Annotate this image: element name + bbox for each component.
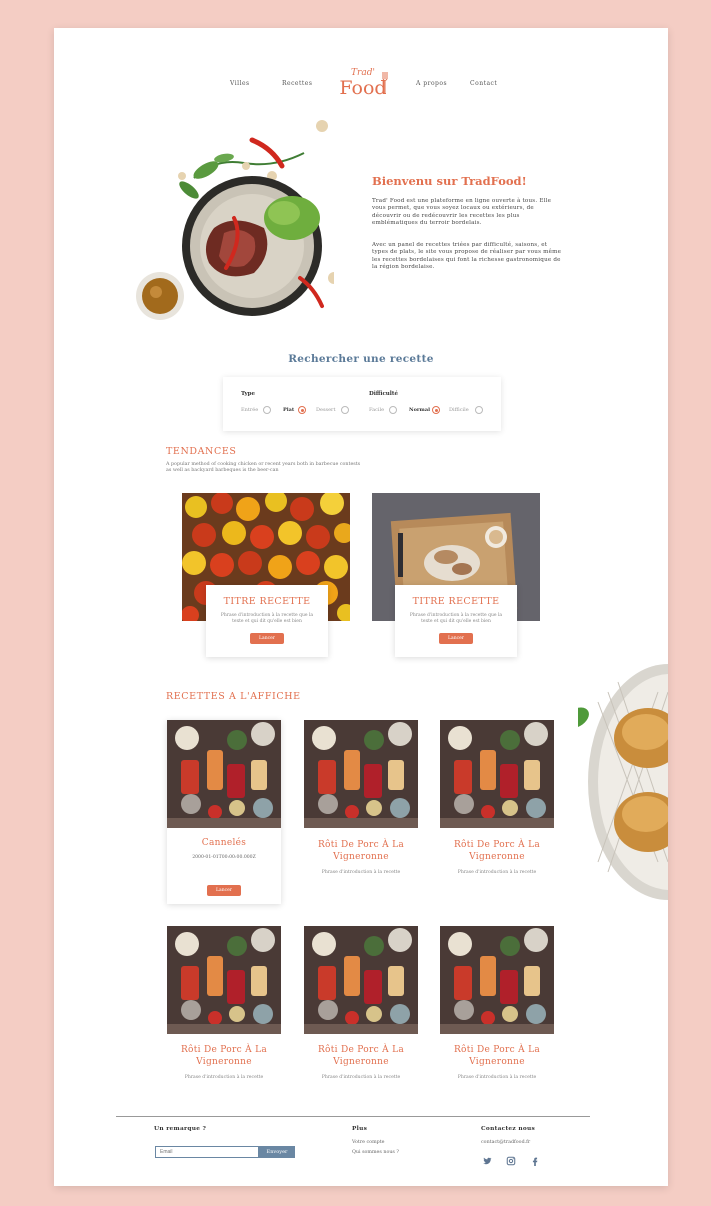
trend-card-title: TITRE RECETTE — [223, 596, 311, 607]
type-label: Type — [241, 391, 256, 397]
difficulty-option-normal-radio[interactable] — [432, 406, 440, 414]
footer-link-account[interactable]: Votre compte — [352, 1140, 384, 1145]
difficulty-option-normal-label: Normal — [409, 407, 430, 413]
trends-subtitle: A popular method of cooking chicken or r… — [166, 462, 361, 473]
facebook-icon[interactable] — [530, 1156, 540, 1166]
recipe-desc: Phrase d'introduction à la recette — [457, 870, 537, 875]
difficulty-option-difficile-radio[interactable] — [475, 406, 483, 414]
footer-link-about[interactable]: Qui sommes nous ? — [352, 1150, 399, 1155]
footer-contact-title: Contactez nous — [481, 1126, 536, 1132]
top-nav: Villes Recettes Trad' Food A propos Cont… — [54, 68, 668, 98]
logo[interactable]: Trad' Food — [337, 68, 389, 102]
recipe-title: Rôti De Porc À La Vigneronne — [317, 840, 405, 862]
page: Villes Recettes Trad' Food A propos Cont… — [54, 28, 668, 1186]
footer-divider — [116, 1116, 590, 1117]
twitter-icon[interactable] — [482, 1156, 492, 1166]
recipe-image[interactable] — [167, 926, 281, 1034]
recipe-title: Rôti De Porc À La Vigneronne — [453, 840, 541, 862]
nav-link-contact[interactable]: Contact — [470, 80, 497, 87]
recipe-launch-wrap: Lancer — [154, 876, 294, 896]
difficulty-option-facile-label: Facile — [369, 407, 385, 413]
recipe-desc: Phrase d'introduction à la recette — [457, 1075, 537, 1080]
search-title: Rechercher une recette — [288, 353, 434, 365]
nav-link-villes[interactable]: Villes — [230, 80, 250, 87]
difficulty-option-difficile-label: Difficile — [449, 407, 469, 413]
fork-icon — [382, 72, 388, 94]
recipe-title: Cannelés — [201, 838, 247, 848]
recipe-image[interactable] — [440, 720, 554, 828]
nav-link-a-propos[interactable]: A propos — [416, 80, 447, 87]
recipe-desc: Phrase d'introduction à la recette — [321, 870, 401, 875]
recipe-date: 2000-01-01T00:00:00.000Z — [192, 855, 256, 860]
instagram-icon[interactable] — [506, 1156, 516, 1166]
type-option-plat-label: Plat — [283, 407, 295, 413]
nav-link-recettes[interactable]: Recettes — [282, 80, 312, 87]
recipe-image[interactable] — [167, 720, 281, 828]
type-option-dessert-label: Dessert — [316, 407, 336, 413]
footer-plus-title: Plus — [352, 1126, 368, 1132]
trend-card-desc: Phrase d'introduction à la recette que l… — [409, 613, 503, 624]
footer-contact-email[interactable]: contact@tradfood.fr — [481, 1140, 530, 1145]
trend-card-title: TITRE RECETTE — [412, 596, 500, 607]
type-option-entree-label: Entrée — [241, 407, 259, 413]
email-field[interactable] — [155, 1146, 259, 1158]
footer-remark-title: Un remarque ? — [154, 1126, 207, 1132]
trend-launch-button[interactable]: Lancer — [250, 633, 284, 644]
search-panel: Type Entrée Plat Dessert Difficulté Faci… — [223, 377, 501, 431]
trend-launch-button[interactable]: Lancer — [439, 633, 473, 644]
hero-paragraph-1: Trad' Food est une plateforme en ligne o… — [372, 198, 552, 226]
recipe-desc: Phrase d'introduction à la recette — [184, 1075, 264, 1080]
recipe-desc: Phrase d'introduction à la recette — [321, 1075, 401, 1080]
difficulty-label: Difficulté — [369, 391, 398, 397]
recipe-image[interactable] — [304, 720, 418, 828]
recipe-title: Rôti De Porc À La Vigneronne — [317, 1045, 405, 1067]
trends-title: TENDANCES — [166, 446, 237, 457]
recipe-image[interactable] — [304, 926, 418, 1034]
recipe-launch-button[interactable]: Lancer — [207, 885, 241, 896]
trend-card-desc: Phrase d'introduction à la recette que l… — [220, 613, 314, 624]
send-button[interactable]: Envoyer — [259, 1146, 295, 1158]
hero-paragraph-2: Avec un panel de recettes triées par dif… — [372, 242, 562, 270]
type-option-plat-radio[interactable] — [298, 406, 306, 414]
type-option-entree-radio[interactable] — [263, 406, 271, 414]
recipe-title: Rôti De Porc À La Vigneronne — [180, 1045, 268, 1067]
hero-title: Bienvenu sur TradFood! — [372, 174, 527, 188]
trend-card[interactable]: TITRE RECETTE Phrase d'introduction à la… — [206, 585, 328, 657]
recipe-title: Rôti De Porc À La Vigneronne — [453, 1045, 541, 1067]
trend-card[interactable]: TITRE RECETTE Phrase d'introduction à la… — [395, 585, 517, 657]
featured-title: RECETTES A L'AFFICHE — [166, 691, 301, 702]
recipe-image[interactable] — [440, 926, 554, 1034]
hero-dish-image — [136, 120, 334, 320]
type-option-dessert-radio[interactable] — [341, 406, 349, 414]
bread-basket-image — [578, 664, 668, 900]
difficulty-option-facile-radio[interactable] — [389, 406, 397, 414]
